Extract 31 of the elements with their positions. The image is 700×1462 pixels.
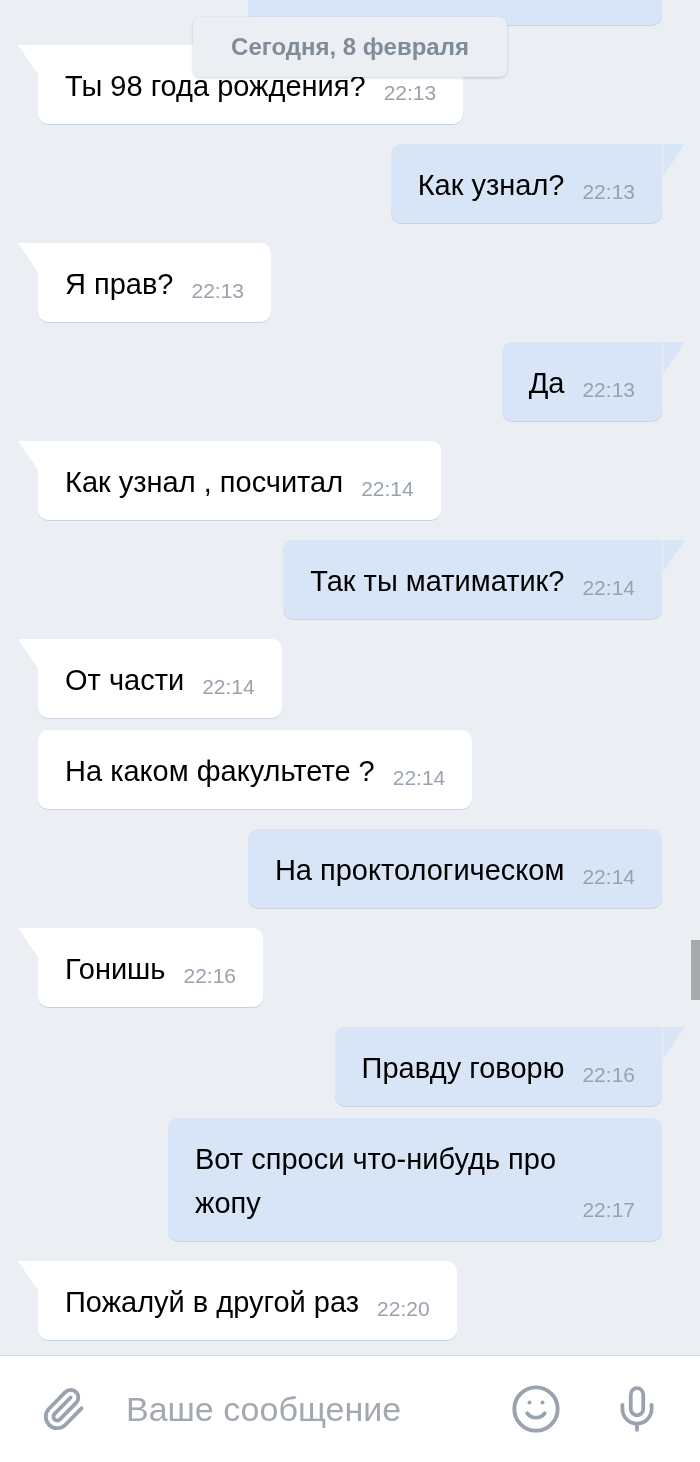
message-time: 22:14 xyxy=(582,864,635,890)
message-time: 22:13 xyxy=(383,80,437,106)
message-time: 22:14 xyxy=(582,575,635,601)
smiley-icon xyxy=(510,1383,562,1435)
message-time: 22:13 xyxy=(582,377,635,403)
emoji-button[interactable] xyxy=(510,1383,562,1435)
scrollbar[interactable] xyxy=(691,940,700,1000)
message-composer[interactable]: Ваше сообщение xyxy=(0,1355,700,1462)
message-text: Вот спроси что-нибудь про жопу xyxy=(195,1142,557,1221)
date-label: Сегодня, 8 февраля xyxy=(193,17,507,77)
message-text: На проктологическом xyxy=(274,853,565,888)
message-text: Как узнал? xyxy=(417,168,565,203)
message-time: 22:16 xyxy=(582,1062,635,1088)
message-text: Пожалуй в другой раз xyxy=(65,1285,360,1320)
message-text: От части xyxy=(65,663,185,698)
message-time: 22:13 xyxy=(582,179,635,205)
message-text: Как узнал , посчитал xyxy=(65,465,344,500)
message-time: 22:14 xyxy=(202,674,255,700)
message-input[interactable]: Ваше сообщение xyxy=(124,1378,490,1440)
message-time: 22:20 xyxy=(377,1296,430,1322)
message-time: 22:16 xyxy=(183,963,237,989)
message-time: 22:17 xyxy=(582,1197,635,1223)
message-text: Да xyxy=(528,366,565,401)
message-time: 22:14 xyxy=(361,476,414,502)
message-text: Так ты матиматик? xyxy=(310,564,565,599)
message-text: Гонишь xyxy=(65,952,166,987)
message-time: 22:14 xyxy=(392,765,446,791)
message-text: Я прав? xyxy=(65,267,174,302)
message-text: Правду говорю xyxy=(361,1051,565,1086)
message-text: На каком факультете ? xyxy=(65,754,375,789)
message-time: 22:13 xyxy=(191,278,245,304)
